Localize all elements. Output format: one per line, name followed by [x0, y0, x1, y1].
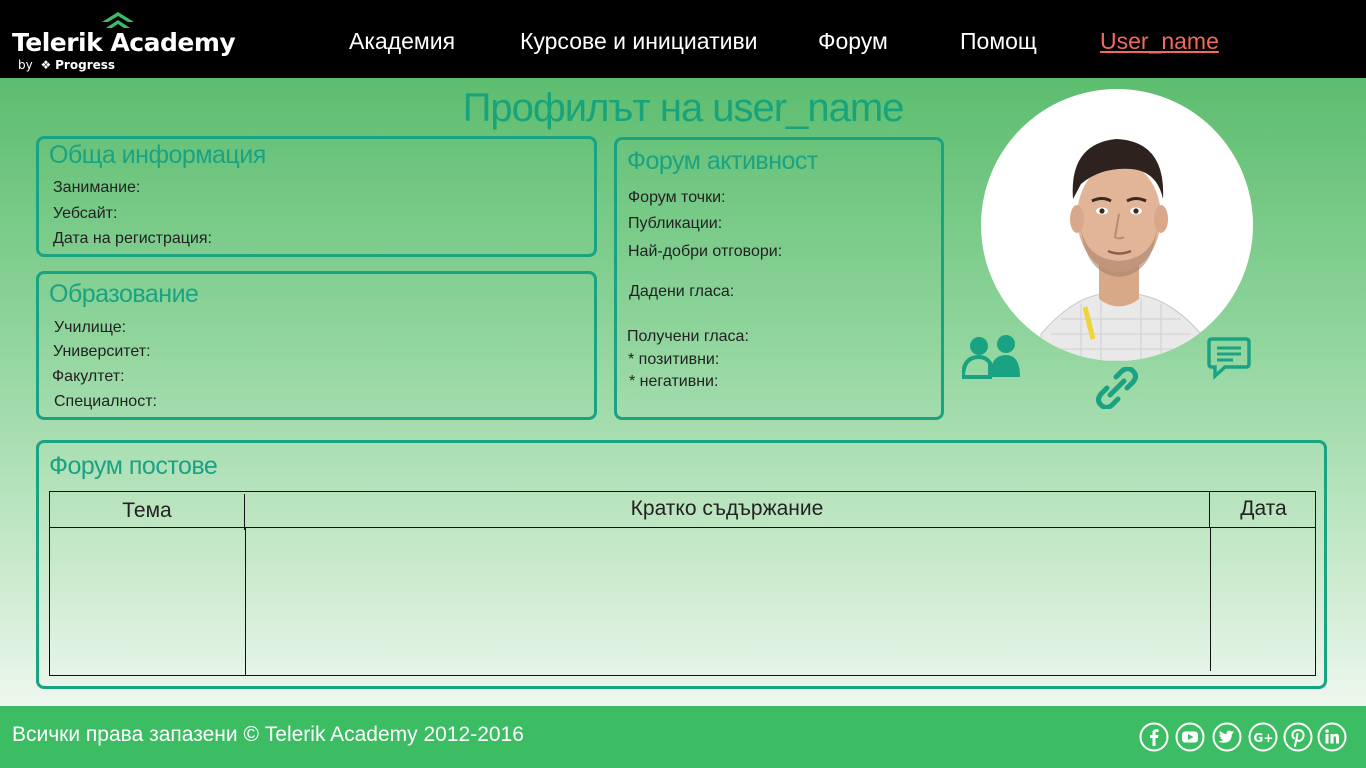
field-given-votes-label: Дадени гласа: — [629, 283, 735, 300]
logo-text: Telerik Academy — [12, 28, 236, 57]
general-info-panel: Обща информация Занимание: Уебсайт: Дата… — [36, 136, 597, 257]
general-info-title: Обща информация — [49, 141, 266, 169]
linkedin-icon[interactable] — [1317, 722, 1347, 752]
column-header-topic[interactable]: Тема — [50, 494, 245, 530]
user-profile-link[interactable]: User_name — [1100, 28, 1219, 55]
table-header-divider — [50, 527, 1315, 528]
nav-item-academy[interactable]: Академия — [349, 28, 455, 55]
profile-page: Профилът на user_name Обща информация За… — [0, 78, 1366, 706]
add-friend-icon[interactable] — [962, 333, 1020, 379]
logo-subtitle: by ❖ Progress — [18, 58, 115, 72]
footer: Всички права запазени © Telerik Academy … — [0, 706, 1366, 768]
forum-posts-table: Тема Кратко съдържание Дата — [49, 491, 1316, 676]
field-school-label: Училище: — [54, 319, 127, 336]
youtube-icon[interactable] — [1175, 722, 1205, 752]
logo-sub-brand: Progress — [55, 58, 116, 72]
twitter-icon[interactable] — [1212, 722, 1242, 752]
link-icon[interactable] — [1096, 367, 1138, 409]
pinterest-icon[interactable] — [1283, 722, 1313, 752]
forum-posts-panel: Форум постове Тема Кратко съдържание Дат… — [36, 440, 1327, 689]
message-icon[interactable] — [1207, 336, 1251, 380]
field-best-answers-label: Най-добри отговори: — [628, 243, 783, 260]
forum-posts-title: Форум постове — [49, 452, 218, 480]
column-divider — [1210, 528, 1211, 671]
page-title-text: Профилът на user_name — [462, 86, 905, 130]
svg-text:G+: G+ — [1254, 731, 1274, 745]
forum-activity-panel: Форум активност Форум точки: Публикации:… — [614, 137, 944, 420]
column-divider — [245, 528, 246, 675]
nav-item-help[interactable]: Помощ — [960, 28, 1037, 55]
field-positive-votes-label: * позитивни: — [628, 351, 720, 368]
education-panel: Образование Училище: Университет: Факулт… — [36, 271, 597, 420]
column-header-summary[interactable]: Кратко съдържание — [245, 492, 1210, 528]
field-forum-points-label: Форум точки: — [628, 189, 726, 206]
nav-item-courses[interactable]: Курсове и инициативи — [520, 28, 758, 55]
google-plus-icon[interactable]: G+ — [1248, 722, 1278, 752]
education-title: Образование — [49, 280, 199, 308]
field-received-votes-label: Получени гласа: — [627, 328, 749, 345]
field-faculty-label: Факултет: — [52, 368, 125, 385]
field-negative-votes-label: * негативни: — [629, 373, 719, 390]
progress-icon: ❖ — [40, 58, 52, 72]
field-university-label: Университет: — [53, 343, 151, 360]
user-avatar[interactable] — [981, 89, 1253, 361]
field-specialty-label: Специалност: — [54, 393, 157, 410]
top-navigation-bar: Telerik Academy by ❖ Progress Академия К… — [0, 0, 1366, 78]
logo-sub-by: by — [18, 58, 33, 72]
avatar-portrait-image — [1040, 139, 1202, 361]
field-publications-label: Публикации: — [628, 215, 723, 232]
field-occupation-label: Занимание: — [53, 179, 141, 196]
field-website-label: Уебсайт: — [53, 205, 118, 222]
copyright-text: Всички права запазени © Telerik Academy … — [12, 723, 524, 746]
field-registration-date-label: Дата на регистрация: — [53, 230, 212, 247]
telerik-academy-logo[interactable]: Telerik Academy by ❖ Progress — [12, 12, 242, 74]
nav-item-forum[interactable]: Форум — [818, 28, 888, 55]
facebook-icon[interactable] — [1139, 722, 1169, 752]
forum-activity-title: Форум активност — [627, 147, 818, 175]
column-header-date[interactable]: Дата — [1210, 492, 1317, 528]
